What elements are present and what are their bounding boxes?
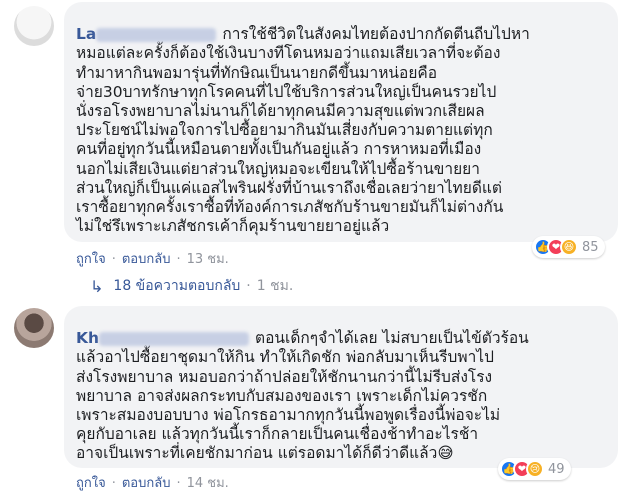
replies-time: 1 ชม. (256, 278, 294, 294)
comment-time[interactable]: 14 ชม. (187, 476, 229, 491)
reaction-count: 49 (548, 461, 565, 477)
comment-bubble: La การใช้ชีวิตในสังคมไทยต้องปากกัดตีนถีบไ… (64, 2, 618, 242)
comment-actions: ถูกใจ · ตอบกลับ · 13 ชม. (76, 252, 229, 267)
reaction-count: 85 (582, 239, 599, 255)
author-name-redacted (99, 331, 250, 346)
like-link[interactable]: ถูกใจ (76, 252, 106, 267)
reactions-summary[interactable]: 👍 ❤ 😆 85 (532, 236, 605, 258)
comment-actions: ถูกใจ · ตอบกลับ · 14 ชม. (76, 476, 229, 491)
avatar[interactable] (14, 308, 54, 348)
reactions-summary[interactable]: 👍 ❤ 😢 49 (498, 458, 571, 480)
reply-link[interactable]: ตอบกลับ (122, 252, 171, 267)
reply-arrow-icon: ↳ (90, 276, 104, 296)
author-name-redacted (96, 27, 217, 42)
comment-bubble: Kh ตอนเด็กๆจำได้เลย ไม่สบายเป็นไข้ตัวร้อน… (64, 306, 618, 468)
author-name[interactable]: La (76, 25, 96, 43)
replies-count[interactable]: 18 ข้อความตอบกลับ (113, 275, 240, 297)
haha-reaction-icon: 😆 (560, 238, 578, 256)
comment-time[interactable]: 13 ชม. (187, 252, 229, 267)
reply-link[interactable]: ตอบกลับ (122, 476, 171, 491)
like-link[interactable]: ถูกใจ (76, 476, 106, 491)
sad-reaction-icon: 😢 (526, 460, 544, 478)
comment-text: ตอนเด็กๆจำได้เลย ไม่สบายเป็นไข้ตัวร้อน แ… (76, 329, 529, 463)
author-name[interactable]: Kh (76, 329, 99, 347)
view-replies-link[interactable]: ↳ 18 ข้อความตอบกลับ · 1 ชม. (90, 275, 293, 297)
sweat-smile-emoji: 😅 (437, 444, 454, 463)
avatar[interactable] (14, 6, 54, 46)
comment-text: การใช้ชีวิตในสังคมไทยต้องปากกัดตีนถีบไปห… (76, 25, 530, 236)
